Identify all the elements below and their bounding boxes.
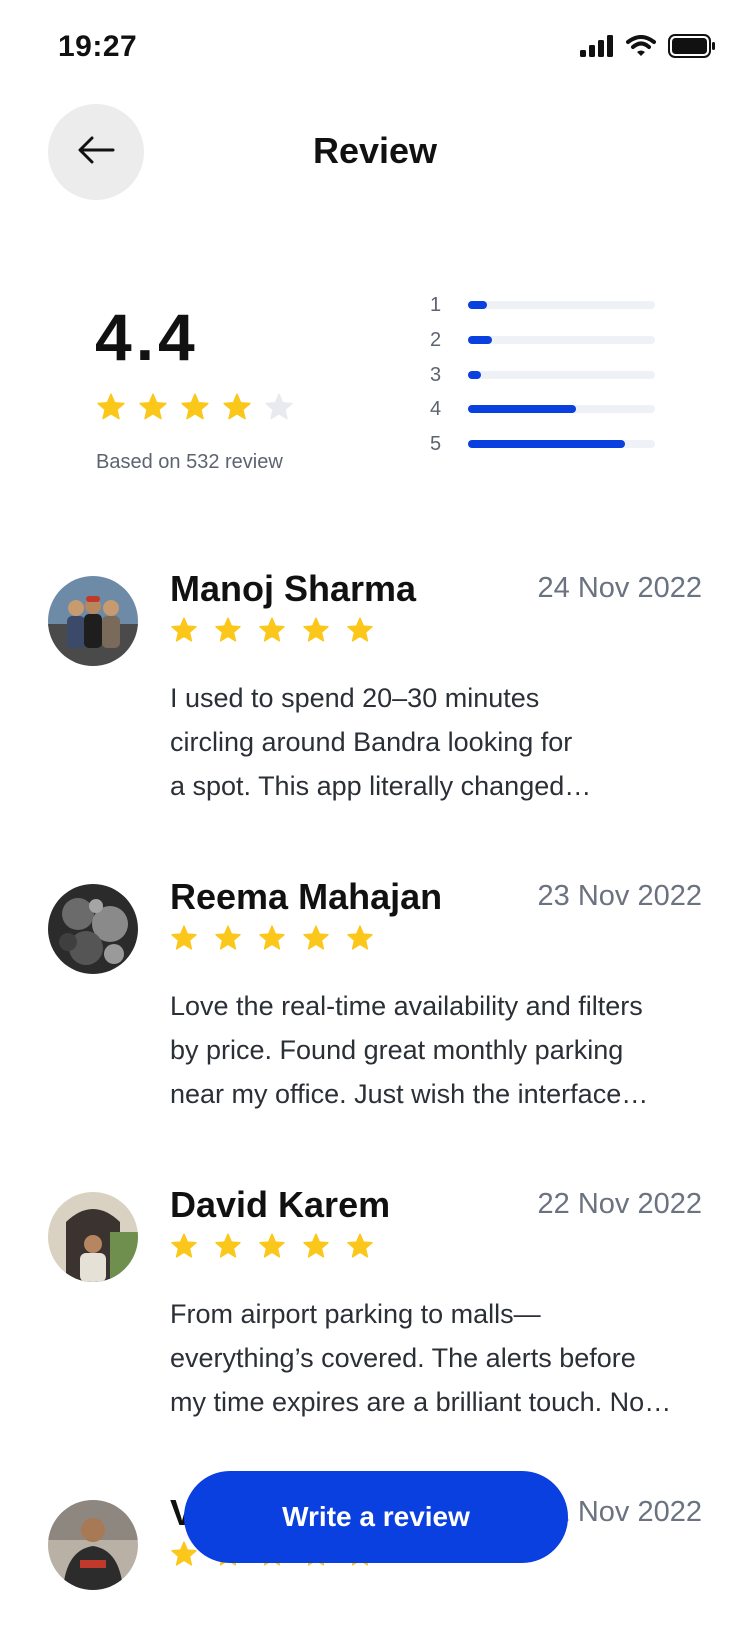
average-rating-stars [96, 392, 294, 422]
star-icon [214, 1232, 242, 1260]
star-icon [170, 616, 198, 644]
star-icon [96, 392, 126, 422]
status-bar: 19:27 [0, 0, 750, 96]
star-icon [346, 924, 374, 952]
avatar [48, 1192, 138, 1282]
avatar [48, 884, 138, 974]
rating-distribution-row-1: 1 [430, 290, 655, 320]
star-icon [346, 616, 374, 644]
distribution-bar-track [468, 301, 655, 309]
star-icon [180, 392, 210, 422]
rating-distribution-row-3: 3 [430, 360, 655, 390]
star-icon [222, 392, 252, 422]
star-icon [138, 392, 168, 422]
review-stars [170, 1232, 374, 1260]
review-stars [170, 616, 374, 644]
rating-distribution-row-5: 5 [430, 429, 655, 459]
review-date: 23 Nov 2022 [537, 880, 702, 912]
distribution-bar-fill [468, 440, 626, 448]
reviewer-name: Manoj Sharma [170, 568, 417, 609]
star-icon [170, 1232, 198, 1260]
page-title: Review [312, 130, 438, 171]
avatar [48, 1500, 138, 1590]
distribution-bar-track [468, 405, 655, 413]
star-icon [258, 616, 286, 644]
average-rating: 4.4 [95, 300, 199, 374]
distribution-bar-track [468, 371, 655, 379]
write-review-button[interactable]: Write a review [184, 1471, 568, 1563]
distribution-label: 2 [430, 328, 442, 351]
distribution-bar-fill [468, 371, 482, 379]
distribution-bar-fill [468, 405, 577, 413]
star-icon [346, 1232, 374, 1260]
review-date: 22 Nov 2022 [537, 1188, 702, 1220]
distribution-bar-fill [468, 301, 487, 309]
distribution-bar-track [468, 440, 655, 448]
rating-caption: Based on 532 review [96, 451, 283, 473]
rating-distribution-row-4: 4 [430, 394, 655, 424]
review-date: 24 Nov 2022 [537, 572, 702, 604]
review-text: I used to spend 20–30 minutes circling a… [170, 683, 592, 801]
review-text: From airport parking to malls— everythin… [170, 1299, 672, 1417]
status-time: 19:27 [58, 30, 138, 63]
review-text: Love the real-time availability and filt… [170, 991, 649, 1109]
signal-icon [580, 35, 614, 62]
distribution-label: 4 [430, 397, 442, 420]
star-icon [302, 616, 330, 644]
distribution-bar-fill [468, 336, 493, 344]
star-icon [214, 616, 242, 644]
star-icon [170, 924, 198, 952]
distribution-label: 5 [430, 432, 442, 455]
star-icon [258, 924, 286, 952]
distribution-label: 1 [430, 293, 442, 316]
reviewer-name: David Karem [170, 1184, 391, 1225]
wifi-icon [626, 35, 656, 62]
status-icons [580, 34, 716, 63]
distribution-bar-track [468, 336, 655, 344]
avatar [48, 576, 138, 666]
star-icon [302, 924, 330, 952]
rating-distribution-row-2: 2 [430, 325, 655, 355]
battery-icon [668, 34, 716, 63]
star-icon [258, 1232, 286, 1260]
star-icon [302, 1232, 330, 1260]
reviewer-name: Reema Mahajan [170, 876, 443, 917]
review-stars [170, 924, 374, 952]
distribution-label: 3 [430, 363, 442, 386]
star-icon [264, 392, 294, 422]
star-icon [214, 924, 242, 952]
